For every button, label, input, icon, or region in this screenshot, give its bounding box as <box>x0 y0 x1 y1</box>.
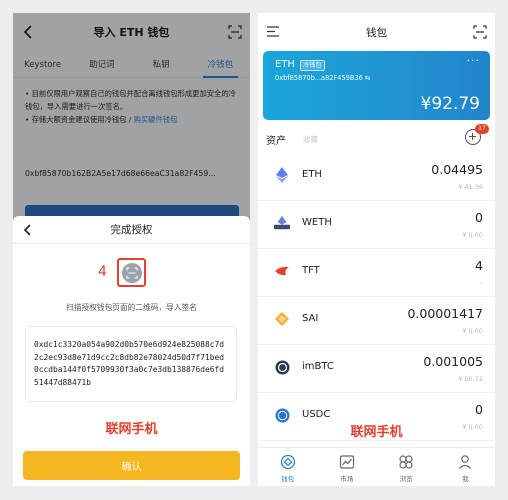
menu-icon[interactable] <box>266 25 280 38</box>
tab-market[interactable]: 市场 <box>317 448 376 486</box>
online-phone-label: 联网手机 <box>105 422 158 437</box>
confirm-button[interactable]: 确认 <box>23 451 240 480</box>
imbtc-icon <box>274 359 290 375</box>
assets-header: 资产 收藏 <box>258 129 495 151</box>
tab-label: 市场 <box>340 475 354 483</box>
weth-icon <box>274 215 290 231</box>
asset-amount: 0 <box>475 402 483 417</box>
wallet-header: 钱包 <box>258 13 495 51</box>
scan-icon <box>121 262 142 283</box>
tab-label: 我 <box>462 475 469 483</box>
wallet-balance: ¥92.79 <box>420 94 480 114</box>
asset-symbol: TFT <box>302 265 320 276</box>
eth-icon <box>274 167 290 183</box>
scan-hint: 扫描授权钱包页面的二维码，导入签名 <box>66 303 197 312</box>
asset-value: ¥ 0.00 <box>462 327 483 335</box>
tab-label: 钱包 <box>281 475 295 483</box>
tab-browse[interactable]: 浏览 <box>377 448 436 486</box>
notification-badge: 17 <box>475 124 489 134</box>
wallet-home-screen: 钱包 ETH 冷钱包 0xbf85870b...a82F459B36 ⇆ ···… <box>258 13 495 486</box>
profile-icon <box>459 455 472 469</box>
asset-row-sai[interactable]: SAI 0.00001417 ¥ 0.00 <box>258 297 495 345</box>
scan-qr-button[interactable] <box>117 258 146 287</box>
browse-icon <box>399 455 413 469</box>
tab-label: 浏览 <box>399 475 413 483</box>
import-wallet-screen: 导入 ETH 钱包 Keystore 助记词 私钥 冷钱包 • 目前仅限用户观察… <box>13 13 250 486</box>
page-title: 钱包 <box>366 26 387 39</box>
asset-symbol: ETH <box>302 169 322 180</box>
sai-icon <box>274 311 290 327</box>
wallet-card[interactable]: ETH 冷钱包 0xbf85870b...a82F459B36 ⇆ ··· ¥9… <box>263 51 490 120</box>
collect-tab[interactable]: 收藏 <box>303 134 318 145</box>
asset-value: ¥ 0.00 <box>462 231 483 239</box>
asset-amount: 0.04495 <box>431 162 483 177</box>
tab-profile[interactable]: 我 <box>436 448 495 486</box>
cold-wallet-tag: 冷钱包 <box>300 60 325 71</box>
assets-title: 资产 <box>266 136 286 147</box>
wallet-address-text: 0xbf85870b...a82F459B36 <box>275 74 363 82</box>
market-icon <box>339 455 354 469</box>
step-number: 4 <box>98 264 107 280</box>
signature-field[interactable]: 0xdc1c3320a054a902d0b570e6d924e825088c7d… <box>25 326 237 402</box>
copy-icon: ⇆ <box>364 74 371 82</box>
asset-value: ¥ 50.72 <box>458 375 483 383</box>
sheet-title: 完成授权 <box>110 224 153 236</box>
wallet-address[interactable]: 0xbf85870b...a82F459B36 ⇆ <box>275 74 370 82</box>
authorization-sheet: 完成授权 4 扫描授权钱包页面的二维码，导入签名 0xdc1c3320a054a… <box>13 216 250 486</box>
tft-icon <box>274 263 290 279</box>
asset-row-weth[interactable]: WETH 0 ¥ 0.00 <box>258 201 495 249</box>
bottom-tab-bar: 钱包 市场 浏览 我 <box>258 447 495 486</box>
signature-text: 0xdc1c3320a054a902d0b570e6d924e825088c7d… <box>34 340 225 387</box>
asset-value: – <box>479 279 483 287</box>
sheet-back-icon[interactable] <box>21 222 35 238</box>
tab-wallet[interactable]: 钱包 <box>258 448 317 486</box>
wallet-icon <box>280 454 295 470</box>
asset-row-eth[interactable]: ETH 0.04495 ¥ 41.36 <box>258 153 495 201</box>
asset-symbol: USDC <box>302 409 331 420</box>
asset-symbol: WETH <box>302 217 332 228</box>
asset-row-imbtc[interactable]: imBTC 0.001005 ¥ 50.72 <box>258 345 495 393</box>
asset-amount: 0.001005 <box>423 354 483 369</box>
asset-row-tft[interactable]: TFT 4 – <box>258 249 495 297</box>
more-icon[interactable]: ··· <box>467 54 481 67</box>
asset-amount: 4 <box>475 258 483 273</box>
asset-amount: 0 <box>475 210 483 225</box>
asset-value: ¥ 41.36 <box>458 183 483 191</box>
scan-icon[interactable] <box>473 25 487 39</box>
modal-overlay[interactable] <box>13 13 250 223</box>
asset-amount: 0.00001417 <box>407 306 483 321</box>
wallet-name: ETH <box>275 59 295 70</box>
sheet-header: 完成授权 <box>13 216 250 244</box>
online-phone-label: 联网手机 <box>350 425 403 440</box>
asset-symbol: imBTC <box>302 361 334 372</box>
asset-symbol: SAI <box>302 313 319 324</box>
